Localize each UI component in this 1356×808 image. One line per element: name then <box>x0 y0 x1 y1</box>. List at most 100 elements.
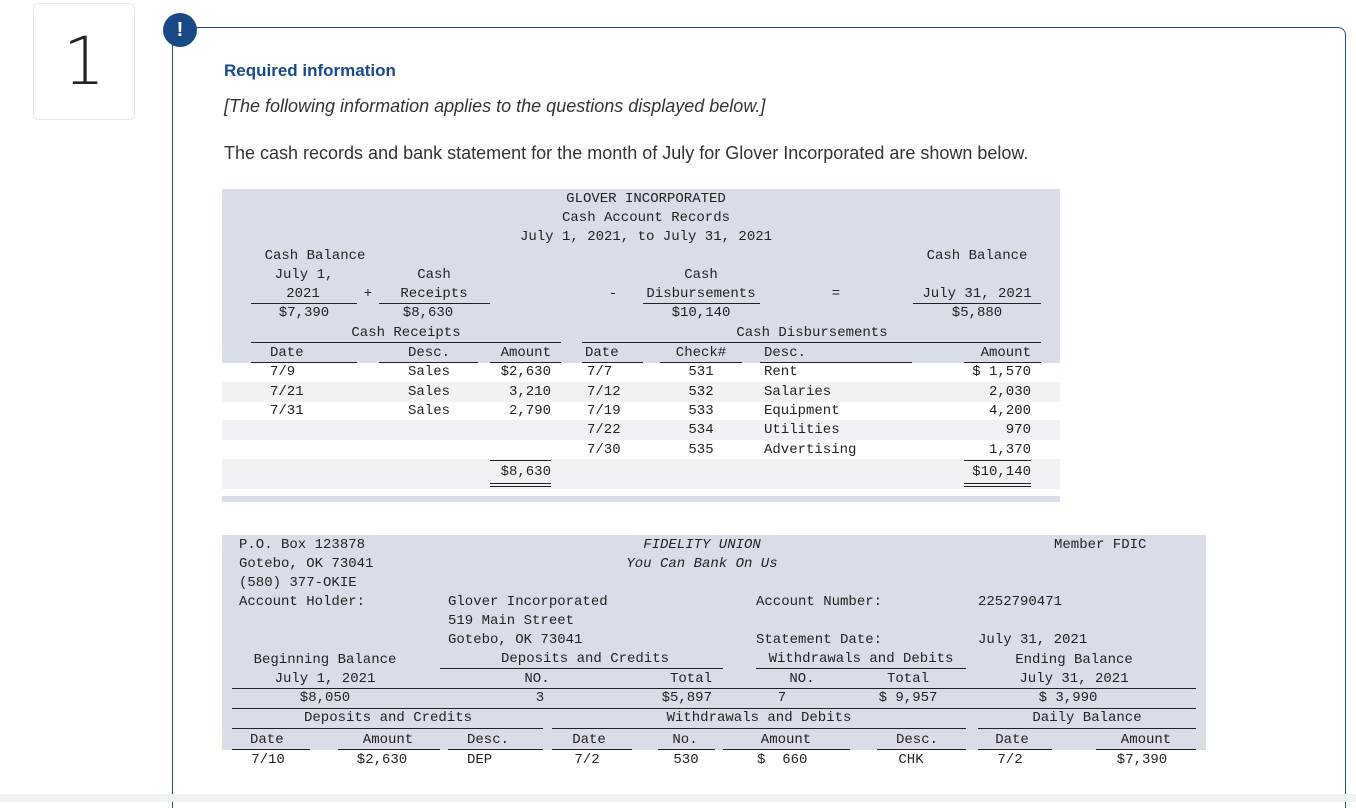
holder-label: Account Holder: <box>239 594 366 610</box>
cell: 7/12 <box>587 384 621 400</box>
dep-no: 3 <box>535 690 545 706</box>
disb-value: $10,140 <box>671 305 731 321</box>
begin-label: Beginning Balance <box>253 652 397 668</box>
end-label: July 31, 2021 <box>1019 671 1129 687</box>
col-header: Desc. <box>408 345 451 361</box>
cell: 535 <box>688 442 714 458</box>
deposits-label: Deposits and Credits <box>500 651 670 667</box>
cell: $ 660 <box>757 752 808 768</box>
cell: 1,370 <box>988 442 1031 458</box>
cell: 2,790 <box>508 403 551 419</box>
rule-line <box>232 728 543 729</box>
begin-value: $8,050 <box>299 690 351 706</box>
cell: 7/7 <box>587 364 613 380</box>
col-header: Amount <box>1120 732 1172 748</box>
cell: 7/2 <box>574 752 600 768</box>
question-number[interactable]: 1 <box>33 3 135 120</box>
rule-line <box>251 342 561 343</box>
withdrawals-label: Withdrawals and Debits <box>768 651 954 667</box>
rule-line <box>978 728 1196 729</box>
rule-line <box>251 362 357 363</box>
rule-line <box>490 460 551 461</box>
holder-name: Glover Incorporated <box>448 594 608 610</box>
cell: 532 <box>688 384 714 400</box>
col-header: Desc. <box>764 345 807 361</box>
cell: 970 <box>1005 422 1031 438</box>
table-footer-bar <box>222 496 1060 502</box>
rule-line <box>582 342 1041 343</box>
cell: 7/21 <box>270 384 304 400</box>
col-header: Amount <box>760 732 812 748</box>
cell: Advertising <box>764 442 857 458</box>
cell: 7/31 <box>270 403 304 419</box>
cell: 7/10 <box>251 752 285 768</box>
cell: 4,200 <box>988 403 1031 419</box>
cell: 7/2 <box>997 752 1023 768</box>
col-header: Date <box>572 732 606 748</box>
receipts-total: $8,630 <box>500 464 551 480</box>
col-header: Date <box>250 732 284 748</box>
col-header: Amount <box>500 345 551 361</box>
cell: DEP <box>467 752 493 768</box>
begin-label: July 1, <box>274 267 334 283</box>
cell: Salaries <box>764 384 832 400</box>
account-number: 2252790471 <box>978 594 1063 610</box>
statement-date-label: Statement Date: <box>756 632 883 648</box>
cell: 534 <box>688 422 714 438</box>
cell: 533 <box>688 403 714 419</box>
disbursements-title: Cash Disbursements <box>736 325 888 341</box>
cell: $7,390 <box>1116 752 1168 768</box>
wd-detail-title: Withdrawals and Debits <box>666 710 852 726</box>
holder-address: 519 Main Street <box>448 613 575 629</box>
rule-line <box>552 749 632 750</box>
cell: 2,030 <box>988 384 1031 400</box>
wd-no-label: NO. <box>789 671 815 687</box>
disb-label: Disbursements <box>646 286 756 302</box>
receipts-label: Receipts <box>400 286 468 302</box>
end-label: July 31, 2021 <box>922 286 1032 302</box>
rule-line <box>440 668 723 669</box>
col-header: Desc. <box>467 732 510 748</box>
cell: 7/9 <box>270 364 296 380</box>
member-fdic: Member FDIC <box>1054 537 1147 553</box>
col-header: Date <box>995 732 1029 748</box>
required-heading: Required information <box>224 61 396 80</box>
disbursements-total: $10,140 <box>972 464 1031 480</box>
rule-line <box>723 749 850 750</box>
rule-line <box>964 460 1031 461</box>
plus-sign: + <box>363 286 373 302</box>
dep-detail-title: Deposits and Credits <box>303 710 473 726</box>
minus-sign: - <box>608 286 618 302</box>
end-label: Ending Balance <box>1015 652 1133 668</box>
dep-total-label: Total <box>669 671 712 687</box>
rule-line <box>448 749 543 750</box>
cell: Sales <box>408 384 451 400</box>
cell: 7/22 <box>587 422 621 438</box>
col-header: Amount <box>362 732 414 748</box>
records-period: July 1, 2021, to July 31, 2021 <box>519 229 773 245</box>
equals-sign: = <box>831 286 841 302</box>
records-title: Cash Account Records <box>561 210 731 226</box>
daily-balance-title: Daily Balance <box>1032 710 1142 726</box>
info-note: [The following information applies to th… <box>224 96 766 116</box>
cell: Equipment <box>764 403 840 419</box>
col-header: No. <box>672 732 698 748</box>
intro-text: The cash records and bank statement for … <box>224 143 1029 163</box>
begin-label: 2021 <box>286 286 320 302</box>
cell: Sales <box>408 364 451 380</box>
cell: Utilities <box>764 422 840 438</box>
bank-address: Gotebo, OK 73041 <box>239 556 374 572</box>
receipts-title: Cash Receipts <box>351 325 461 341</box>
cell: Sales <box>408 403 451 419</box>
cell: $2,630 <box>500 364 551 380</box>
dep-total: $5,897 <box>661 690 712 706</box>
cell: 3,210 <box>508 384 551 400</box>
row-bg <box>222 382 1060 402</box>
rule-line <box>877 749 966 750</box>
bank-address: P.O. Box 123878 <box>239 537 366 553</box>
receipts-value: $8,630 <box>402 305 454 321</box>
rule-line <box>490 483 551 487</box>
col-header: Check# <box>675 345 727 361</box>
begin-label: Cash Balance <box>264 248 366 264</box>
end-value: $ 3,990 <box>1038 690 1098 706</box>
